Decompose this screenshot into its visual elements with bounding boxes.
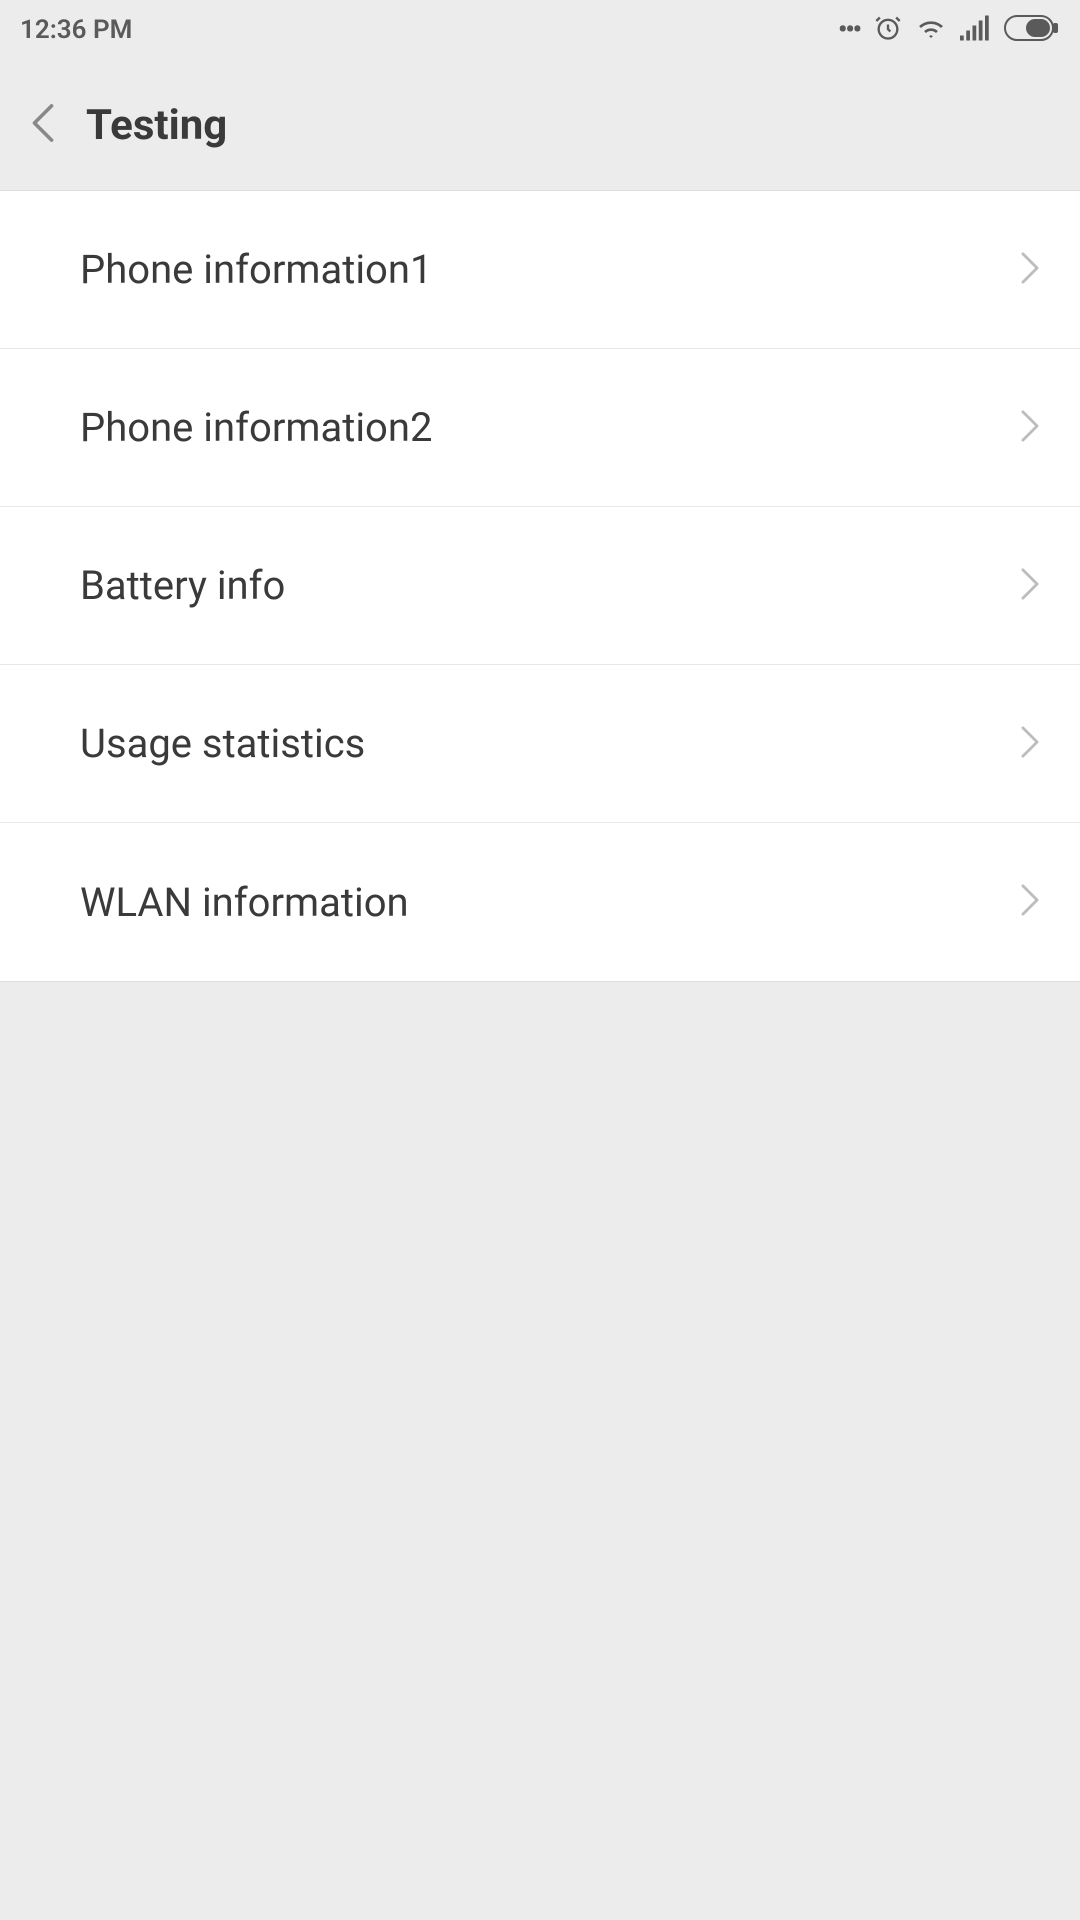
list-item-label: Phone information1 <box>80 246 432 293</box>
chevron-right-icon <box>1020 251 1040 289</box>
list-item-phone-information1[interactable]: Phone information1 <box>0 191 1080 349</box>
status-bar: 12:36 PM ••• <box>0 0 1080 60</box>
list-item-label: Battery info <box>80 562 285 609</box>
menu-list: Phone information1 Phone information2 Ba… <box>0 190 1080 982</box>
list-item-label: Phone information2 <box>80 404 432 451</box>
more-dots-icon: ••• <box>838 15 860 45</box>
list-item-wlan-information[interactable]: WLAN information <box>0 823 1080 981</box>
list-item-usage-statistics[interactable]: Usage statistics <box>0 665 1080 823</box>
wifi-icon <box>916 13 946 47</box>
page-title: Testing <box>86 101 227 150</box>
list-item-battery-info[interactable]: Battery info <box>0 507 1080 665</box>
chevron-right-icon <box>1020 409 1040 447</box>
status-time: 12:36 PM <box>20 15 132 45</box>
signal-icon <box>960 15 990 45</box>
status-icons: ••• <box>838 13 1060 47</box>
list-item-label: Usage statistics <box>80 720 365 767</box>
header: Testing <box>0 60 1080 190</box>
alarm-icon <box>874 14 902 46</box>
list-item-phone-information2[interactable]: Phone information2 <box>0 349 1080 507</box>
chevron-right-icon <box>1020 725 1040 763</box>
chevron-right-icon <box>1020 567 1040 605</box>
list-item-label: WLAN information <box>80 879 409 926</box>
battery-icon <box>1004 15 1060 45</box>
back-icon[interactable] <box>30 103 56 147</box>
chevron-right-icon <box>1020 883 1040 921</box>
